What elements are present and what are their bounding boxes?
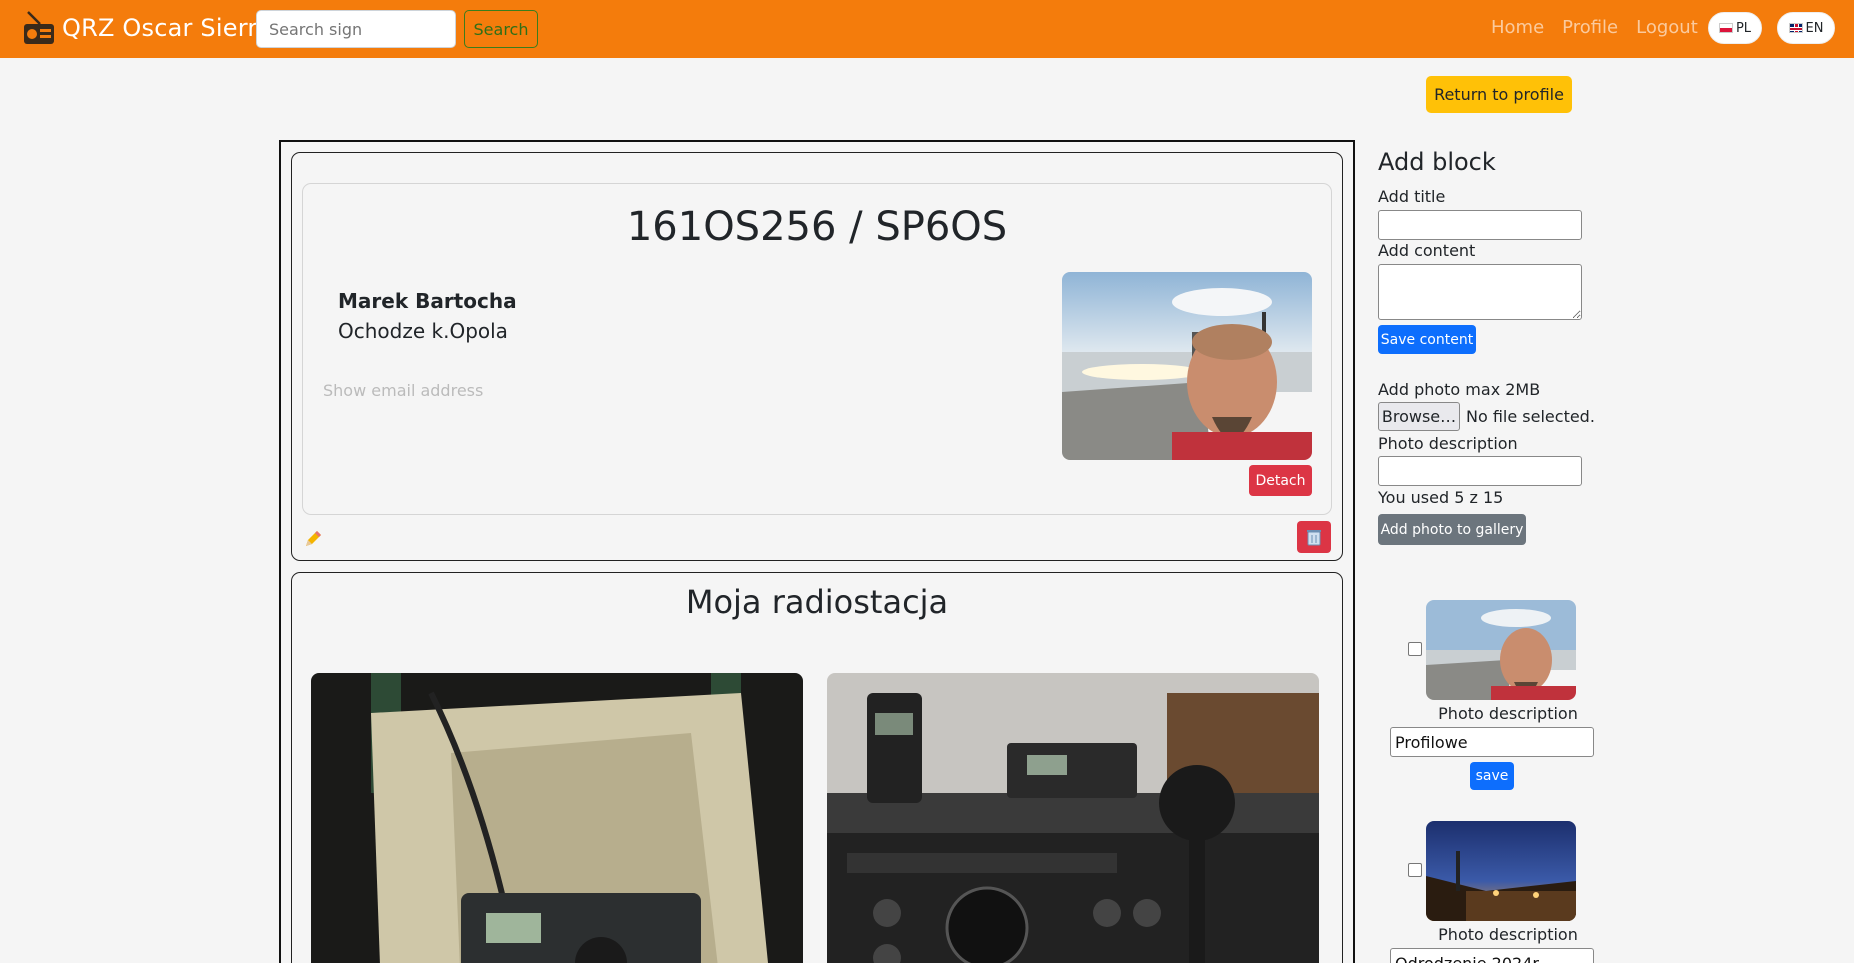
radio-photo-transceiver[interactable] (827, 673, 1319, 963)
show-email-link[interactable]: Show email address (323, 381, 483, 400)
nav-links: Home Profile Logout (1491, 17, 1698, 38)
gallery-description-input[interactable] (1390, 948, 1594, 963)
profile-photo (1062, 272, 1312, 460)
block-title-input[interactable] (1378, 210, 1582, 240)
add-content-label: Add content (1378, 241, 1476, 260)
nav-home[interactable]: Home (1491, 17, 1544, 38)
lang-en-label: EN (1805, 20, 1824, 36)
gallery-save-button[interactable]: save (1470, 762, 1514, 790)
profile-block: 161OS256 / SP6OS Marek Bartocha Ochodze … (291, 152, 1343, 561)
callsign-title: 161OS256 / SP6OS (626, 204, 1008, 250)
radio-photo-bag[interactable] (311, 673, 803, 963)
gallery-item-checkbox[interactable] (1408, 642, 1422, 656)
browse-file-button[interactable]: Browse… (1378, 402, 1460, 431)
return-to-profile-button[interactable]: Return to profile (1426, 76, 1572, 113)
nav-profile[interactable]: Profile (1562, 17, 1618, 38)
brand-title: QRZ Oscar Sierra (62, 14, 273, 42)
add-block-heading: Add block (1378, 148, 1496, 176)
operator-name: Marek Bartocha (338, 289, 517, 313)
radio-icon (24, 11, 54, 44)
search-input[interactable] (256, 10, 456, 48)
gallery-item-checkbox[interactable] (1408, 863, 1422, 877)
search-button[interactable]: Search (464, 10, 538, 48)
save-content-button[interactable]: Save content (1378, 325, 1476, 354)
profile-card: 161OS256 / SP6OS Marek Bartocha Ochodze … (302, 183, 1332, 515)
lang-pl-label: PL (1735, 20, 1752, 36)
photo-description-input[interactable] (1378, 456, 1582, 486)
gallery-thumbnail (1426, 600, 1576, 700)
file-status: No file selected. (1466, 407, 1595, 426)
add-photo-label: Add photo max 2MB (1378, 380, 1541, 399)
radio-station-block: Moja radiostacja (291, 572, 1343, 963)
lang-pl-button[interactable]: PL (1708, 12, 1762, 44)
photo-description-label: Photo description (1378, 434, 1518, 453)
add-photo-to-gallery-button[interactable]: Add photo to gallery (1378, 514, 1526, 545)
add-title-label: Add title (1378, 187, 1446, 206)
uk-flag-icon (1788, 23, 1803, 33)
block-content-textarea[interactable] (1378, 264, 1582, 320)
lang-en-button[interactable]: EN (1777, 12, 1835, 44)
nav-logout[interactable]: Logout (1636, 17, 1698, 38)
usage-counter: You used 5 z 15 (1378, 488, 1504, 507)
gallery-description-label: Photo description (1438, 704, 1578, 723)
gallery-description-input[interactable] (1390, 727, 1594, 757)
delete-block-button[interactable] (1297, 521, 1331, 553)
trash-icon (1307, 530, 1321, 546)
operator-location: Ochodze k.Opola (338, 319, 508, 343)
poland-flag-icon (1718, 23, 1733, 33)
detach-button[interactable]: Detach (1249, 465, 1312, 496)
gallery-thumbnail (1426, 821, 1576, 921)
gallery-description-label: Photo description (1438, 925, 1578, 944)
brand[interactable]: QRZ Oscar Sierra (22, 8, 272, 48)
blocks-canvas: 161OS256 / SP6OS Marek Bartocha Ochodze … (279, 140, 1355, 963)
navbar: QRZ Oscar Sierra Search Home Profile Log… (0, 0, 1854, 58)
pencil-icon[interactable] (302, 528, 324, 550)
block-title: Moja radiostacja (685, 583, 949, 621)
